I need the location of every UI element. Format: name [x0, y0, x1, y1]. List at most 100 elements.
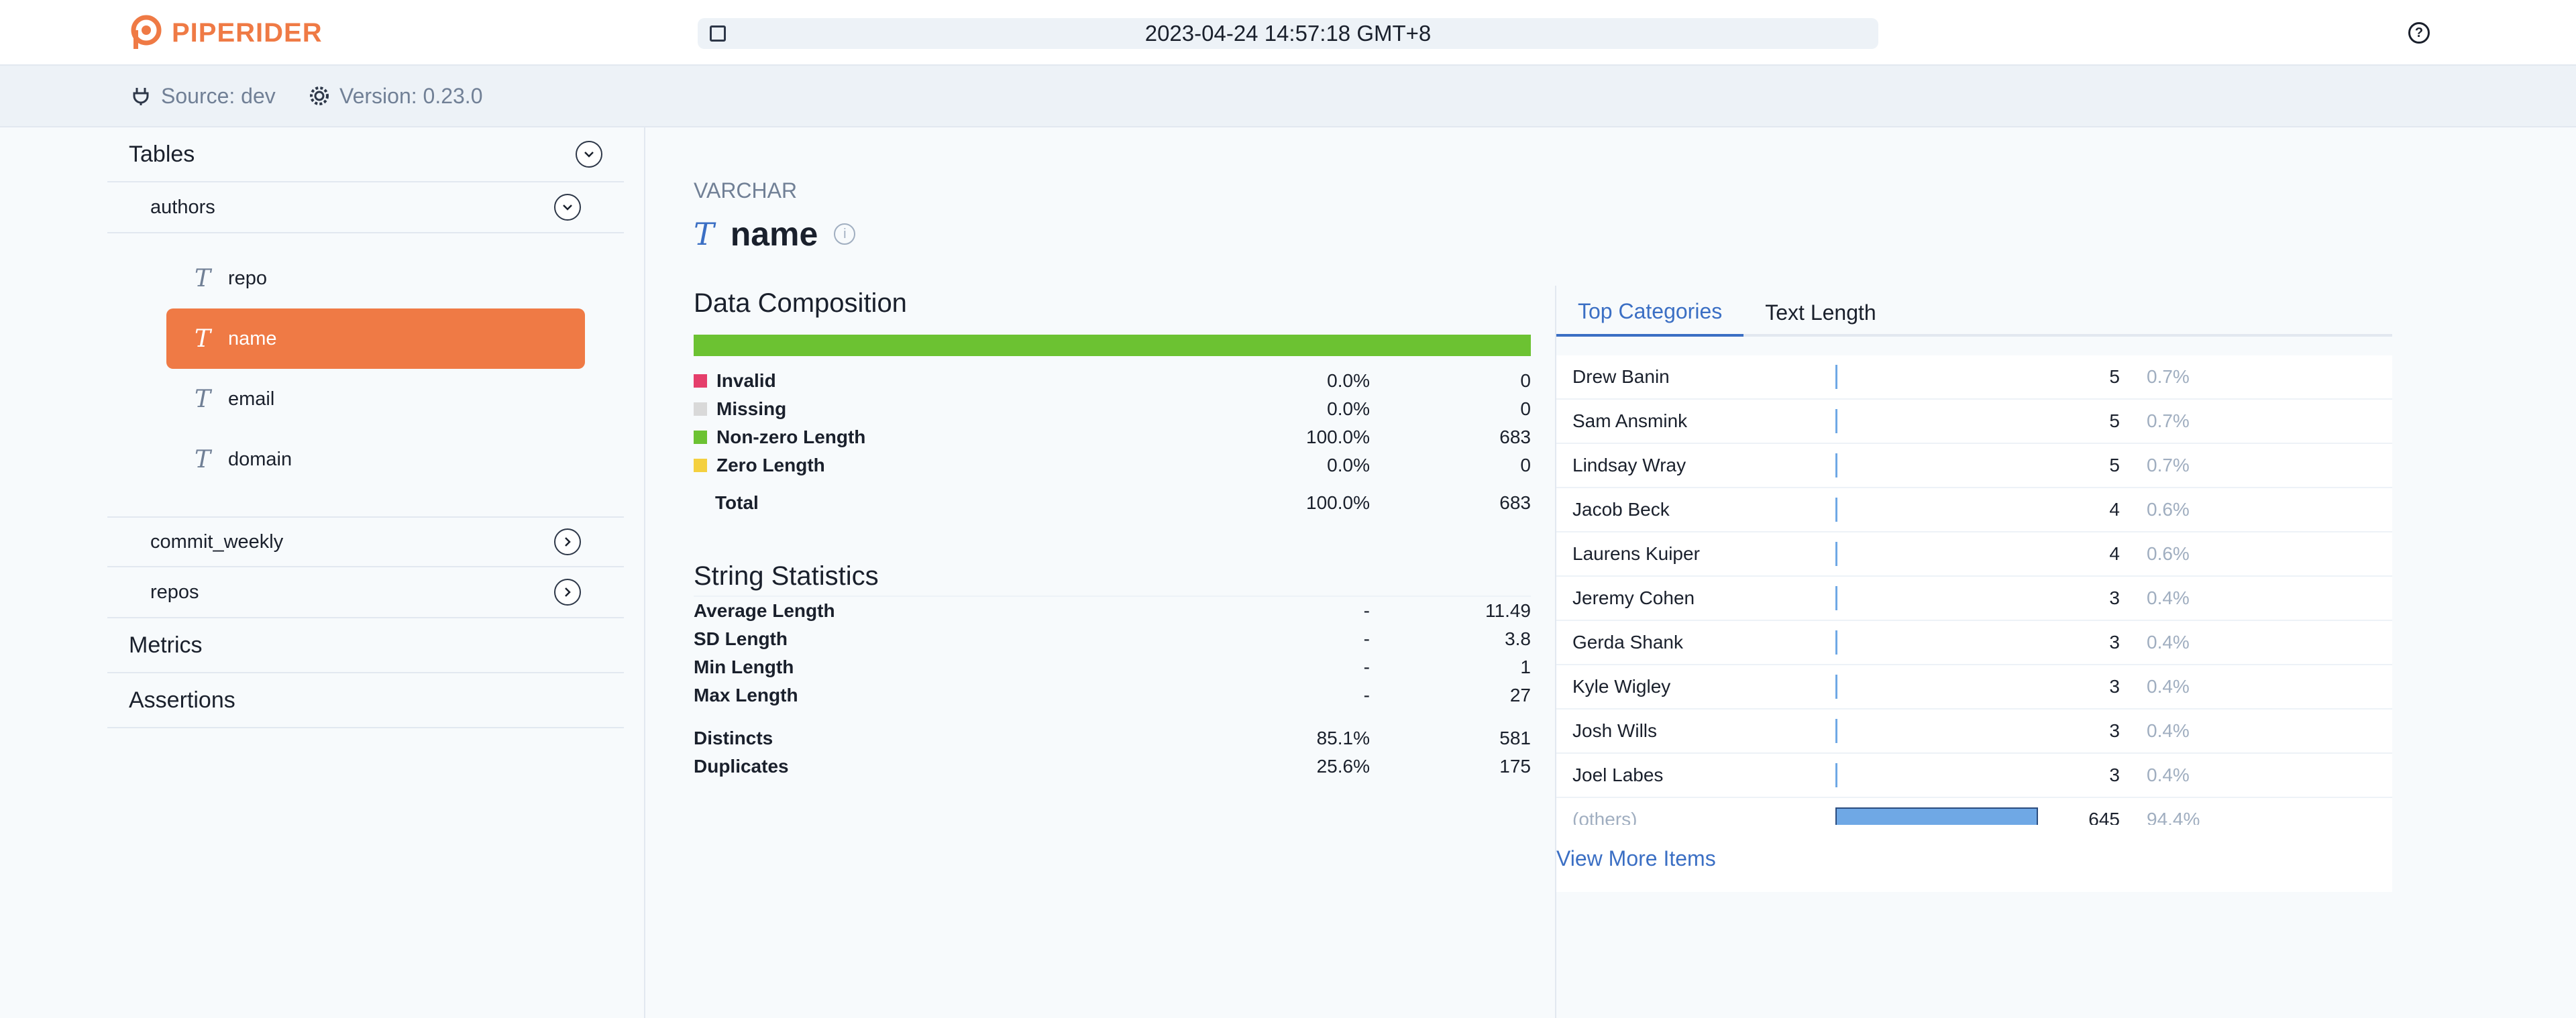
- category-pct: 0.7%: [2147, 455, 2190, 475]
- sidebar-table-repos[interactable]: repos: [107, 567, 624, 618]
- stat-label: Min Length: [694, 657, 794, 677]
- category-row: Josh Wills 3 0.4%: [1556, 710, 2392, 754]
- row-pct: 0.0%: [1327, 398, 1370, 419]
- stat-value: 11.49: [1485, 600, 1531, 621]
- chevron-right-icon[interactable]: [554, 579, 581, 606]
- composition-row-invalid: Invalid 0.0% 0: [694, 367, 1531, 395]
- top-categories-table: Drew Banin 5 0.7% Sam Ansmink 5 0.7% Lindsay W…: [1556, 355, 2392, 842]
- version-label: Version: 0.23.0: [339, 83, 483, 108]
- column-type: VARCHAR: [694, 178, 798, 203]
- category-pct: 0.4%: [2147, 720, 2190, 741]
- column-name: name: [730, 215, 818, 253]
- main-content: VARCHAR T name i Data Composition Invali…: [645, 127, 2576, 1018]
- square-icon[interactable]: [710, 25, 726, 42]
- category-bar: [1835, 498, 1837, 522]
- info-bar: Source: dev Version: 0.23.0: [0, 66, 2576, 127]
- category-bar-track: [1835, 365, 2037, 389]
- row-pct: 0.0%: [1327, 455, 1370, 475]
- stat-label: SD Length: [694, 628, 788, 649]
- category-pct: 0.4%: [2147, 587, 2190, 608]
- category-bar-track: [1835, 586, 2037, 610]
- category-row: Jeremy Cohen 3 0.4%: [1556, 577, 2392, 621]
- sidebar-section-assertions[interactable]: Assertions: [107, 673, 624, 728]
- text-type-icon: T: [195, 264, 211, 292]
- sidebar-column-name[interactable]: T name: [166, 308, 585, 369]
- tab-top-categories[interactable]: Top Categories: [1556, 288, 1744, 337]
- category-name: Joel Labes: [1572, 765, 1664, 785]
- sidebar: Tables authors T repo T name T email T d…: [0, 127, 645, 1018]
- sidebar-column-repo[interactable]: T repo: [166, 248, 585, 308]
- stat-value: 581: [1499, 728, 1531, 748]
- sidebar-column-domain[interactable]: T domain: [166, 429, 585, 490]
- category-count: 5: [2109, 366, 2120, 387]
- stat-value: 27: [1509, 685, 1531, 705]
- sidebar-section-metrics[interactable]: Metrics: [107, 618, 624, 673]
- stat-value: 1: [1520, 657, 1531, 677]
- sidebar-table-commit-weekly[interactable]: commit_weekly: [107, 516, 624, 567]
- category-bar-track: [1835, 498, 2037, 522]
- row-pct: 0.0%: [1327, 370, 1370, 391]
- legend-swatch: [694, 374, 707, 388]
- column-name: repo: [228, 267, 268, 289]
- info-icon[interactable]: i: [834, 223, 856, 245]
- column-name: domain: [228, 448, 292, 470]
- brand-name: PIPERIDER: [172, 17, 323, 48]
- category-pct: 0.4%: [2147, 765, 2190, 785]
- category-bar: [1835, 409, 1837, 433]
- table-name: authors: [150, 196, 215, 218]
- row-label: Invalid: [716, 370, 776, 391]
- category-bar: [1835, 542, 1837, 566]
- category-row: Gerda Shank 3 0.4%: [1556, 621, 2392, 665]
- category-count: 4: [2109, 543, 2120, 564]
- tab-text-length[interactable]: Text Length: [1743, 288, 1897, 337]
- category-count: 5: [2109, 410, 2120, 431]
- category-count: 4: [2109, 499, 2120, 520]
- chevron-right-icon[interactable]: [554, 528, 581, 555]
- tab-list: Top Categories Text Length: [1556, 288, 2392, 337]
- help-icon[interactable]: ?: [2408, 22, 2430, 44]
- category-count: 3: [2109, 676, 2120, 697]
- sidebar-section-tables[interactable]: Tables: [107, 127, 624, 182]
- sidebar-table-authors[interactable]: authors: [107, 182, 624, 233]
- column-title: T name i: [694, 215, 856, 253]
- category-row: Joel Labes 3 0.4%: [1556, 754, 2392, 798]
- category-count: 3: [2109, 632, 2120, 653]
- category-pct: 0.7%: [2147, 366, 2190, 387]
- stat-row: SD Length - 3.8: [694, 625, 1531, 653]
- category-row: Lindsay Wray 5 0.7%: [1556, 444, 2392, 488]
- stat-pct: -: [1363, 685, 1370, 705]
- stat-label: Average Length: [694, 600, 835, 621]
- category-row: Drew Banin 5 0.7%: [1556, 355, 2392, 400]
- composition-bar: [694, 335, 1531, 356]
- category-bar-track: [1835, 719, 2037, 743]
- stat-label: Duplicates: [694, 756, 789, 777]
- chevron-down-icon[interactable]: [576, 141, 602, 168]
- category-pct: 0.6%: [2147, 499, 2190, 520]
- category-count: 3: [2109, 720, 2120, 741]
- stat-row: Min Length - 1: [694, 653, 1531, 681]
- data-composition-title: Data Composition: [694, 288, 907, 318]
- category-name: Kyle Wigley: [1572, 676, 1671, 697]
- stat-label: Max Length: [694, 685, 798, 705]
- category-name: Laurens Kuiper: [1572, 543, 1700, 564]
- run-datetime-bar[interactable]: 2023-04-24 14:57:18 GMT+8: [698, 18, 1878, 49]
- piperider-logo[interactable]: PIPERIDER: [127, 13, 323, 52]
- row-label: Total: [715, 492, 759, 513]
- text-type-icon: T: [195, 445, 211, 473]
- stat-value: 175: [1499, 756, 1531, 777]
- category-row: Sam Ansmink 5 0.7%: [1556, 400, 2392, 444]
- source-info: Source: dev: [130, 84, 276, 109]
- tables-label: Tables: [129, 141, 195, 167]
- sidebar-column-email[interactable]: T email: [166, 369, 585, 429]
- composition-row-missing: Missing 0.0% 0: [694, 395, 1531, 423]
- chevron-down-icon[interactable]: [554, 194, 581, 221]
- assertions-label: Assertions: [129, 687, 235, 713]
- top-bar: PIPERIDER 2023-04-24 14:57:18 GMT+8 ?: [0, 0, 2576, 66]
- row-count: 0: [1520, 370, 1531, 391]
- row-count: 683: [1499, 427, 1531, 447]
- category-bar-track: [1835, 763, 2037, 787]
- row-count: 683: [1499, 492, 1531, 513]
- category-row: Kyle Wigley 3 0.4%: [1556, 665, 2392, 710]
- stat-pct: -: [1363, 657, 1370, 677]
- view-more-link[interactable]: View More Items: [1556, 825, 2392, 892]
